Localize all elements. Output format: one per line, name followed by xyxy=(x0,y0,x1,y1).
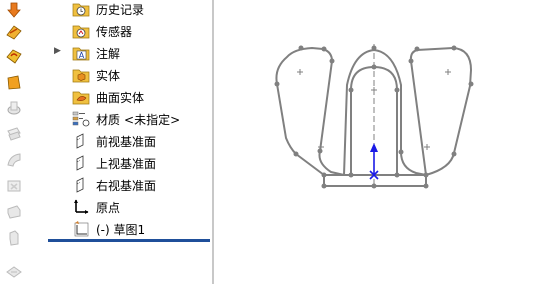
plane-icon xyxy=(72,176,90,194)
tree-item-solid-bodies[interactable]: 实体 xyxy=(32,65,212,85)
origin-icon xyxy=(72,198,90,216)
tree-item-sensors[interactable]: 传感器 xyxy=(32,21,212,41)
tree-item-right-plane[interactable]: 右视基准面 xyxy=(32,175,212,195)
tree-item-label: 右视基准面 xyxy=(96,179,157,193)
svg-text:A: A xyxy=(79,51,85,60)
tree-item-surface-bodies[interactable]: 曲面实体 xyxy=(32,87,212,107)
tree-item-label: 原点 xyxy=(96,201,121,215)
tree-item-label: 前视基准面 xyxy=(96,135,157,149)
sensor-folder-icon xyxy=(72,22,90,40)
sketch-smart-dimension-icon[interactable] xyxy=(4,22,24,42)
graphics-area[interactable] xyxy=(214,0,540,284)
plane-icon xyxy=(72,132,90,150)
history-folder-icon xyxy=(72,0,90,18)
tree-item-label: (-) 草图1 xyxy=(96,223,146,237)
fillet-icon xyxy=(4,202,24,222)
tree-item-label: 实体 xyxy=(96,69,121,83)
tree-item-label: 传感器 xyxy=(96,25,133,39)
tree-item-label: 上视基准面 xyxy=(96,157,157,171)
tree-item-label: 注解 xyxy=(96,47,121,61)
rib-icon xyxy=(4,262,24,282)
sweep-icon xyxy=(4,124,24,144)
surface-bodies-folder-icon xyxy=(72,88,90,106)
sketch-origin-icon[interactable] xyxy=(369,143,379,180)
material-icon xyxy=(72,110,90,128)
tree-item-top-plane[interactable]: 上视基准面 xyxy=(32,153,212,173)
sketch-icon xyxy=(72,220,90,238)
expand-arrow-icon[interactable]: ▶ xyxy=(54,46,61,56)
material-name: 材质 xyxy=(96,113,121,127)
tree-item-front-plane[interactable]: 前视基准面 xyxy=(32,131,212,151)
extrude-boss-icon[interactable] xyxy=(4,72,24,92)
plane-icon xyxy=(72,154,90,172)
revolve-icon xyxy=(4,98,24,118)
tree-item-label: 历史记录 xyxy=(96,3,145,17)
pattern-icon xyxy=(4,228,24,248)
solid-bodies-folder-icon xyxy=(72,66,90,84)
feature-tree: 历史记录 传感器 ▶ A 注解 实体 曲面实体 材质 <未指定> 前视基准面 上… xyxy=(32,0,212,284)
sketch-relation-icon[interactable] xyxy=(4,46,24,66)
tree-item-annotations[interactable]: ▶ A 注解 xyxy=(32,43,212,63)
annotation-folder-icon: A xyxy=(72,44,90,62)
material-value: <未指定> xyxy=(124,113,181,127)
tree-item-material[interactable]: 材质 <未指定> xyxy=(32,109,212,129)
down-arrow-icon[interactable] xyxy=(4,0,24,20)
tree-item-origin[interactable]: 原点 xyxy=(32,197,212,217)
feature-toolbar xyxy=(0,0,32,284)
tree-item-label: 曲面实体 xyxy=(96,91,145,105)
loft-icon xyxy=(4,150,24,170)
sketch-canvas[interactable] xyxy=(214,0,540,284)
tree-item-label: 材质 <未指定> xyxy=(96,111,180,128)
cut-icon xyxy=(4,176,24,196)
rollback-bar[interactable] xyxy=(48,239,210,242)
tree-item-history[interactable]: 历史记录 xyxy=(32,0,212,19)
tree-item-sketch1[interactable]: (-) 草图1 xyxy=(32,219,212,239)
